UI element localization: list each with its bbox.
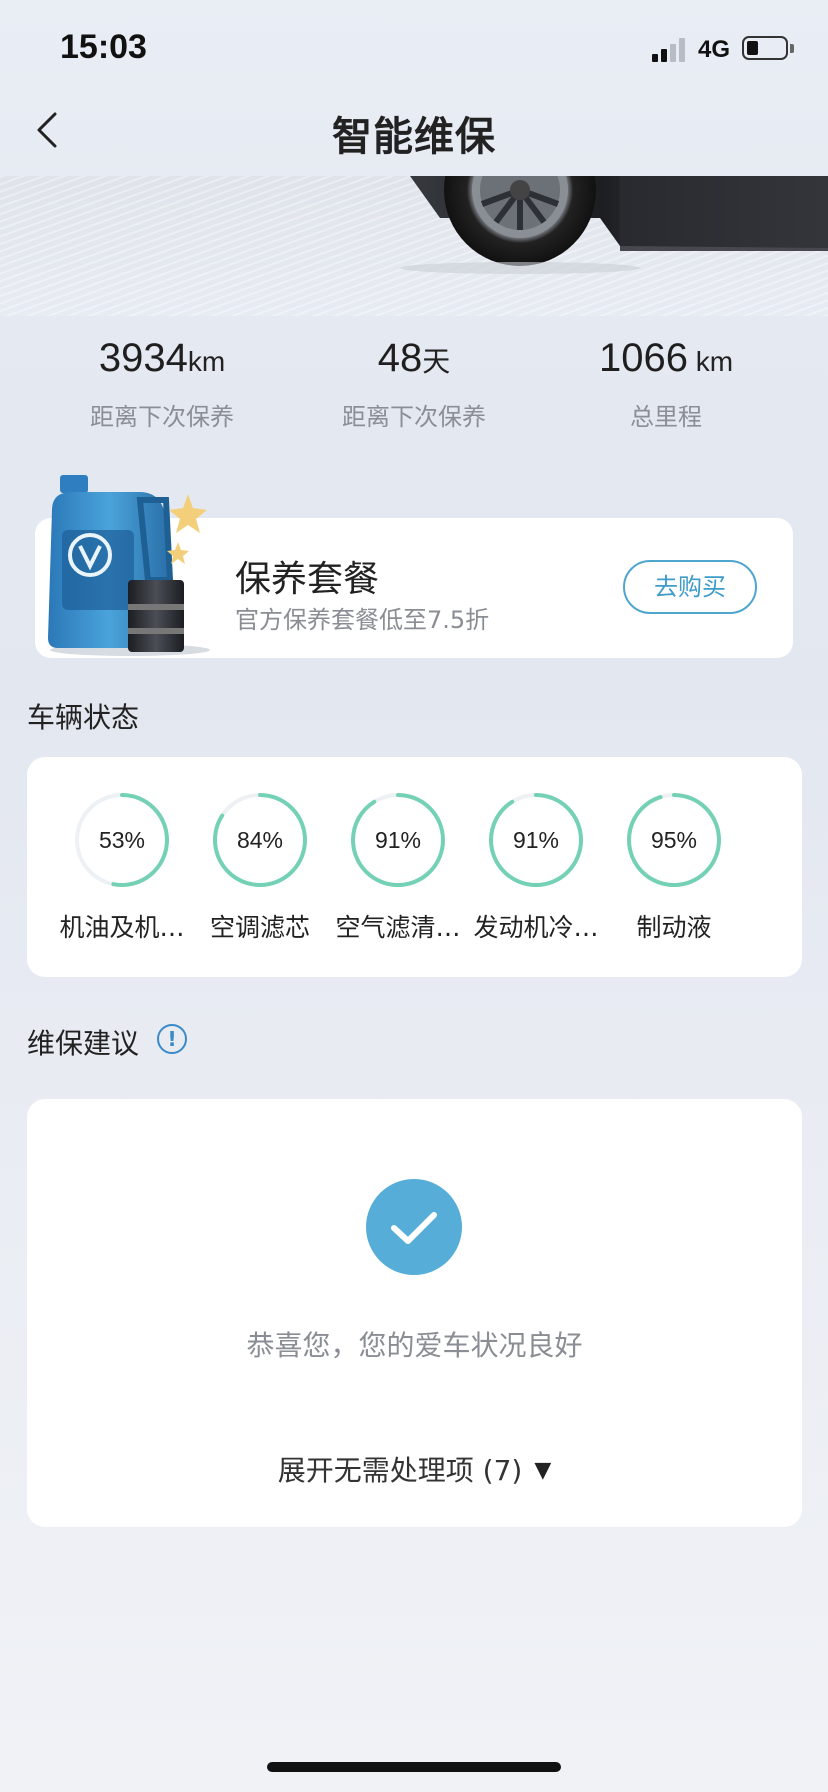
gauge-percent: 53%	[98, 827, 146, 853]
gauge-label: 机油及机…	[59, 913, 185, 942]
status-gauge[interactable]: 53% 机油及机…	[47, 790, 197, 944]
gauge-percent: 91%	[512, 827, 560, 853]
gauge-label: 发动机冷…	[473, 913, 599, 942]
stat-total-mileage: 1066 km 总里程	[546, 334, 786, 432]
stat-value: 1066 km	[598, 336, 734, 380]
stat-label: 距离下次保养	[342, 403, 486, 431]
gauge-ring: 91%	[348, 790, 448, 890]
gauge-ring: 95%	[624, 790, 724, 890]
gauge-ring: 84%	[210, 790, 310, 890]
check-icon	[366, 1179, 462, 1275]
network-type: 4G	[698, 36, 731, 63]
stat-next-maintenance-distance: 3934km 距离下次保养	[42, 334, 282, 432]
expand-label: 展开无需处理项 (7)	[277, 1454, 523, 1487]
gauge-label: 空气滤清…	[335, 913, 461, 942]
triangle-down-icon: ▼	[534, 1458, 552, 1483]
stat-unit: km	[187, 346, 226, 377]
vehicle-status-title: 车辆状态	[27, 701, 140, 734]
status-gauge[interactable]: 95% 制动液	[599, 790, 749, 944]
status-gauge[interactable]: 91% 发动机冷…	[461, 790, 611, 944]
stat-label: 距离下次保养	[90, 403, 234, 431]
cellular-signal-icon	[652, 38, 688, 62]
advice-message: 恭喜您，您的爱车状况良好	[246, 1329, 583, 1362]
gauge-ring: 91%	[486, 790, 586, 890]
car-image	[380, 176, 828, 274]
gauge-percent: 95%	[650, 827, 698, 853]
maintenance-advice-title: 维保建议	[27, 1027, 140, 1060]
gauge-percent: 91%	[374, 827, 422, 853]
gauge-label: 制动液	[636, 913, 712, 942]
buy-button[interactable]: 去购买	[623, 560, 757, 614]
vehicle-status-card: 53% 机油及机… 84% 空调滤芯 91% 空气滤清… 91% 发动机冷… 95% 制动液	[27, 757, 802, 977]
status-bar: 15:03 4G	[0, 0, 828, 100]
stat-unit: km	[687, 346, 734, 377]
package-title: 保养套餐	[235, 559, 380, 600]
stat-value: 48天	[377, 336, 451, 380]
status-gauge[interactable]: 84% 空调滤芯	[185, 790, 335, 944]
page-title: 智能维保	[332, 114, 496, 160]
status-time: 15:03	[60, 28, 147, 66]
battery-tip	[790, 44, 794, 53]
stat-unit: 天	[422, 346, 451, 377]
status-gauge[interactable]: 91% 空气滤清…	[323, 790, 473, 944]
gauge-percent: 84%	[236, 827, 284, 853]
package-subtitle: 官方保养套餐低至7.5折	[235, 606, 490, 634]
stat-label: 总里程	[630, 403, 702, 431]
home-indicator[interactable]	[267, 1762, 561, 1772]
gauge-label: 空调滤芯	[209, 913, 310, 942]
battery-icon	[742, 36, 788, 60]
stat-value: 3934km	[98, 336, 226, 380]
oil-bottle-icon	[48, 475, 210, 656]
info-icon[interactable]: !	[157, 1024, 187, 1054]
gauge-ring: 53%	[72, 790, 172, 890]
maintenance-advice-card: 恭喜您，您的爱车状况良好 展开无需处理项 (7) ▼	[27, 1099, 802, 1527]
expand-no-action-items-button[interactable]: 展开无需处理项 (7) ▼	[27, 1449, 802, 1489]
stat-next-maintenance-days: 48天 距离下次保养	[294, 334, 534, 432]
hero-banner	[0, 176, 828, 316]
